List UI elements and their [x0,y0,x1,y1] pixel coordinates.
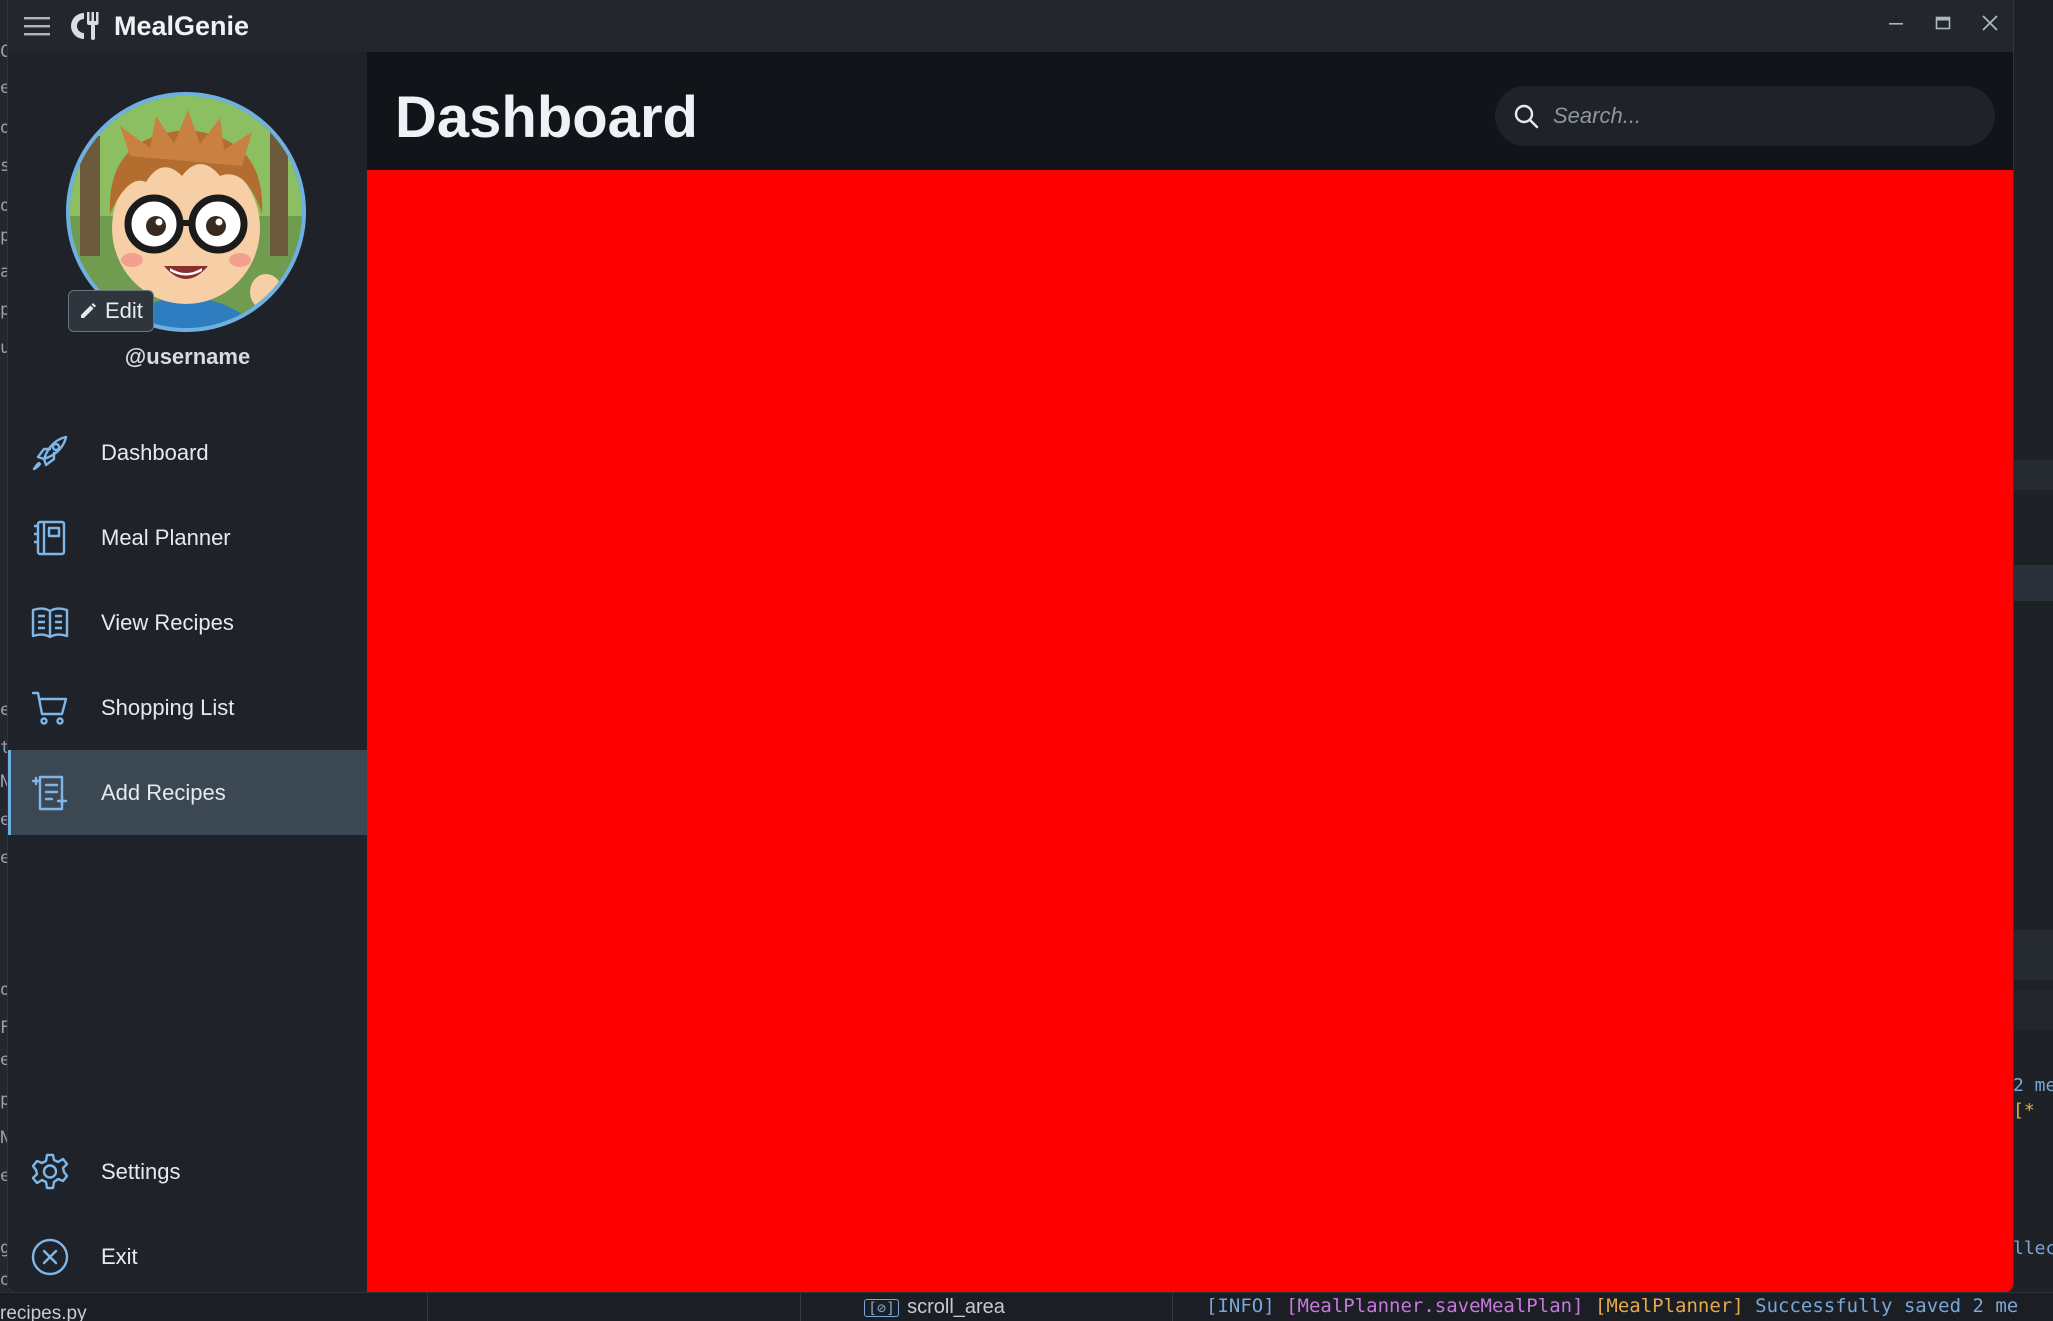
background-gutter-char: N [0,1128,8,1148]
sidebar-item-view-recipes[interactable]: View Recipes [8,580,367,665]
rocket-icon [32,435,68,470]
maximize-button[interactable] [1919,0,1966,46]
background-gutter-char: F [0,1018,8,1038]
sidebar-item-exit[interactable]: Exit [8,1214,367,1292]
background-gutter-char: e [0,848,8,868]
background-gutter-char: o [0,980,8,1000]
page-title: Dashboard [395,85,698,150]
background-gutter-char: e [0,1050,8,1070]
background-gutter-char: N [0,772,8,792]
background-gutter-char: p [0,226,8,246]
background-gutter-char: o [0,1270,8,1290]
background-status-bar: recipes.py [⊘] scroll_area [INFO] [MealP… [0,1292,2053,1321]
search-box [1495,86,1995,146]
title-bar: MealGenie [8,0,2013,52]
sidebar-nav: Dashboard Meal Planner View Recipes Shop… [8,410,367,835]
open-book-icon [31,606,69,638]
chef-fork-logo-icon [71,12,99,40]
background-gutter-char: e [0,700,8,720]
close-button[interactable] [1966,0,2013,46]
sidebar-item-add-recipes[interactable]: Add Recipes [8,750,367,835]
background-code-fragment: 2 me [2013,1075,2053,1096]
symbol-icon: [⊘] [864,1298,900,1317]
background-gutter-char: e [0,1166,8,1186]
app-window: MealGenie Edit @username Dashboard Meal … [8,0,2013,1292]
app-logo [66,8,102,44]
minimize-button[interactable] [1872,0,1919,46]
sidebar-bottom-nav: Settings Exit [8,1129,367,1292]
background-gutter-char: C [0,42,8,62]
background-gutter-char: a [0,262,8,282]
background-gutter-char: e [0,810,8,830]
sidebar-item-label: Exit [101,1243,138,1269]
background-gutter-char: e [0,78,8,98]
gear-icon [31,1153,69,1189]
background-gutter-char: o [0,196,8,216]
pencil-icon [81,303,96,318]
maximize-icon [1935,16,1950,30]
profile-avatar-wrap: Edit [66,92,306,332]
hamburger-menu-button[interactable] [8,0,66,52]
sidebar-item-meal-planner[interactable]: Meal Planner [8,495,367,580]
sidebar-item-settings[interactable]: Settings [8,1129,367,1214]
background-code-fragment: llec [2013,1238,2053,1259]
background-gutter-char: u [0,338,8,358]
edit-avatar-button[interactable]: Edit [68,290,154,332]
sidebar-item-label: Settings [101,1158,181,1184]
status-log-line: [INFO] [MealPlanner.saveMealPlan] [MealP… [1206,1295,2019,1317]
sidebar-item-label: View Recipes [101,609,234,635]
search-input[interactable] [1553,96,1973,136]
hamburger-icon [24,17,50,36]
background-gutter-char: o [0,118,8,138]
sidebar-item-shopping-list[interactable]: Shopping List [8,665,367,750]
app-title: MealGenie [114,10,250,41]
sidebar-item-label: Add Recipes [101,779,226,805]
sidebar-item-label: Meal Planner [101,524,231,550]
planner-book-icon [34,520,66,555]
sidebar: Edit @username Dashboard Meal Planner Vi… [8,52,367,1292]
background-editor-right: 2 me [* llec [2013,0,2053,1321]
edit-button-label: Edit [105,298,143,323]
background-gutter-char: s [0,156,8,176]
main-header: Dashboard [367,52,2013,170]
status-file-name: recipes.py [0,1303,87,1321]
background-code-fragment: [* [2013,1100,2035,1121]
search-icon [1514,104,1539,129]
background-gutter-char: t [0,738,8,758]
sidebar-item-label: Dashboard [101,439,209,465]
username: @username [124,344,251,369]
window-controls [1872,0,2013,52]
background-gutter-char: p [0,1090,8,1110]
background-gutter-char: g [0,1238,8,1258]
add-recipe-icon [31,775,68,810]
minimize-icon [1888,23,1903,25]
status-scroll-area: [⊘] scroll_area [864,1296,1005,1319]
sidebar-item-label: Shopping List [101,694,235,720]
shopping-cart-icon [31,691,68,725]
background-gutter-char: p [0,300,8,320]
content-area [367,170,2013,1292]
close-icon [1981,15,1998,31]
sidebar-item-dashboard[interactable]: Dashboard [8,410,367,495]
background-editor-gutter: CeosopapuetNeeoFepNego [0,0,8,1321]
exit-circle-icon [31,1238,69,1275]
